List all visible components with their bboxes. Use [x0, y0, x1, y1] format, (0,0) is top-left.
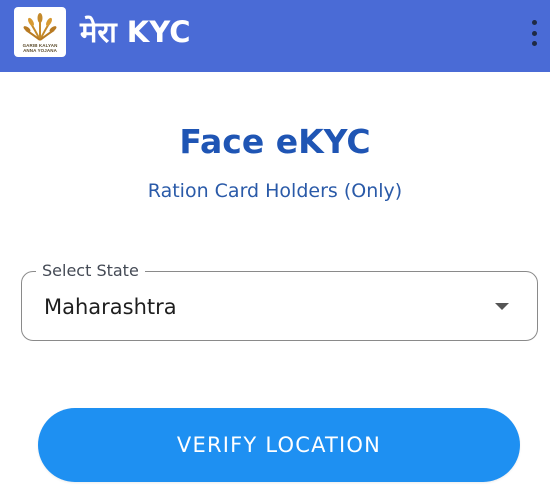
logo-text-line1: GARIB KALYAN	[22, 42, 58, 48]
verify-location-button[interactable]: VERIFY LOCATION	[38, 408, 520, 482]
app-bar: GARIB KALYAN ANNA YOJANA मेरा KYC	[0, 0, 550, 72]
logo-text: GARIB KALYAN ANNA YOJANA	[23, 43, 58, 53]
app-logo: GARIB KALYAN ANNA YOJANA	[14, 7, 66, 57]
menu-dot	[531, 20, 537, 25]
page-subtitle: Ration Card Holders (Only)	[147, 180, 403, 202]
menu-dot	[531, 41, 537, 46]
menu-dot	[531, 30, 537, 36]
state-select[interactable]: Select State Maharashtra	[21, 261, 538, 341]
state-select-value: Maharashtra	[44, 295, 177, 319]
logo-text-line2: ANNA YOJANA	[23, 47, 57, 53]
wheat-logo-icon	[23, 12, 57, 41]
more-vertical-icon[interactable]	[528, 20, 540, 46]
page-title: Face eKYC	[179, 122, 371, 161]
app-title: मेरा KYC	[80, 15, 191, 49]
dropdown-arrow-icon	[495, 303, 509, 310]
state-select-label: Select State	[36, 261, 145, 281]
